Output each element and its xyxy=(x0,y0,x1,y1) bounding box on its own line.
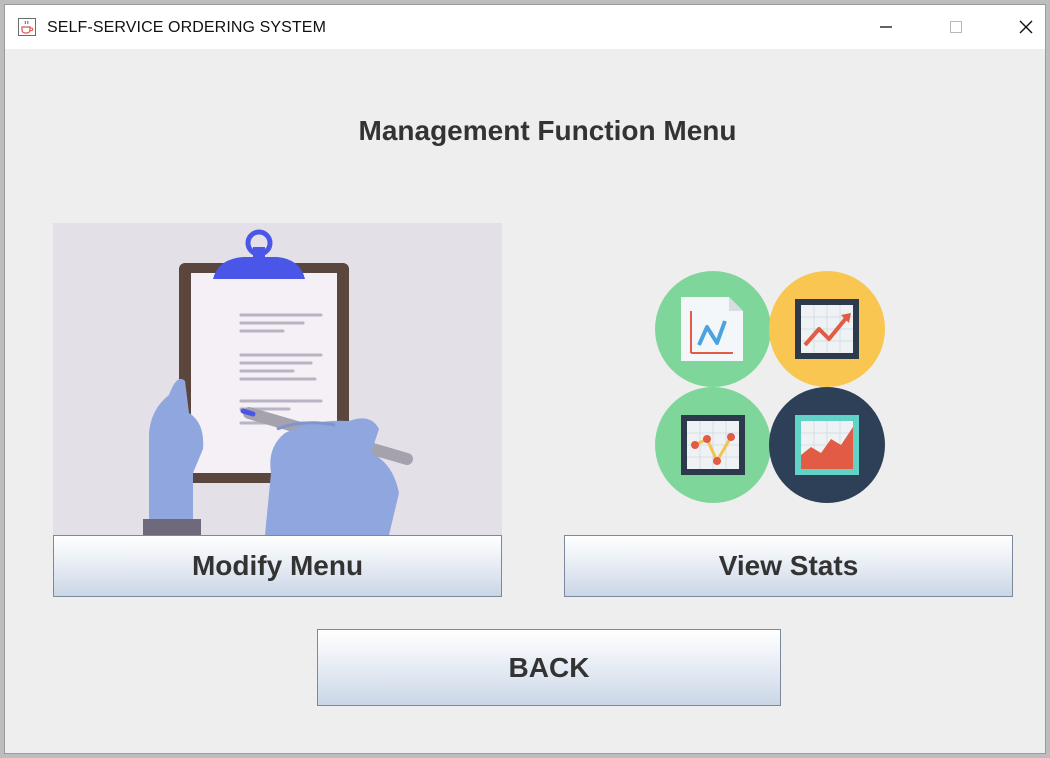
application-window: SELF-SERVICE ORDERING SYSTEM Management … xyxy=(4,4,1046,754)
back-button[interactable]: BACK xyxy=(317,629,781,706)
statistics-charts-icons xyxy=(645,259,895,509)
maximize-icon xyxy=(949,20,963,34)
window-title: SELF-SERVICE ORDERING SYSTEM xyxy=(47,19,327,36)
minimize-button[interactable] xyxy=(863,5,909,49)
close-icon xyxy=(1018,19,1034,35)
clipboard-writing-illustration xyxy=(53,223,502,535)
minimize-icon xyxy=(879,20,893,34)
page-title: Management Function Menu xyxy=(358,115,737,146)
java-cup-icon xyxy=(18,18,36,36)
maximize-button[interactable] xyxy=(933,5,979,49)
content-panel: Management Function Menu Modify Menu Vie… xyxy=(5,49,1045,753)
close-button[interactable] xyxy=(1003,5,1049,49)
title-bar[interactable]: SELF-SERVICE ORDERING SYSTEM xyxy=(5,5,1045,49)
modify-menu-button[interactable]: Modify Menu xyxy=(53,535,502,597)
view-stats-button[interactable]: View Stats xyxy=(564,535,1013,597)
